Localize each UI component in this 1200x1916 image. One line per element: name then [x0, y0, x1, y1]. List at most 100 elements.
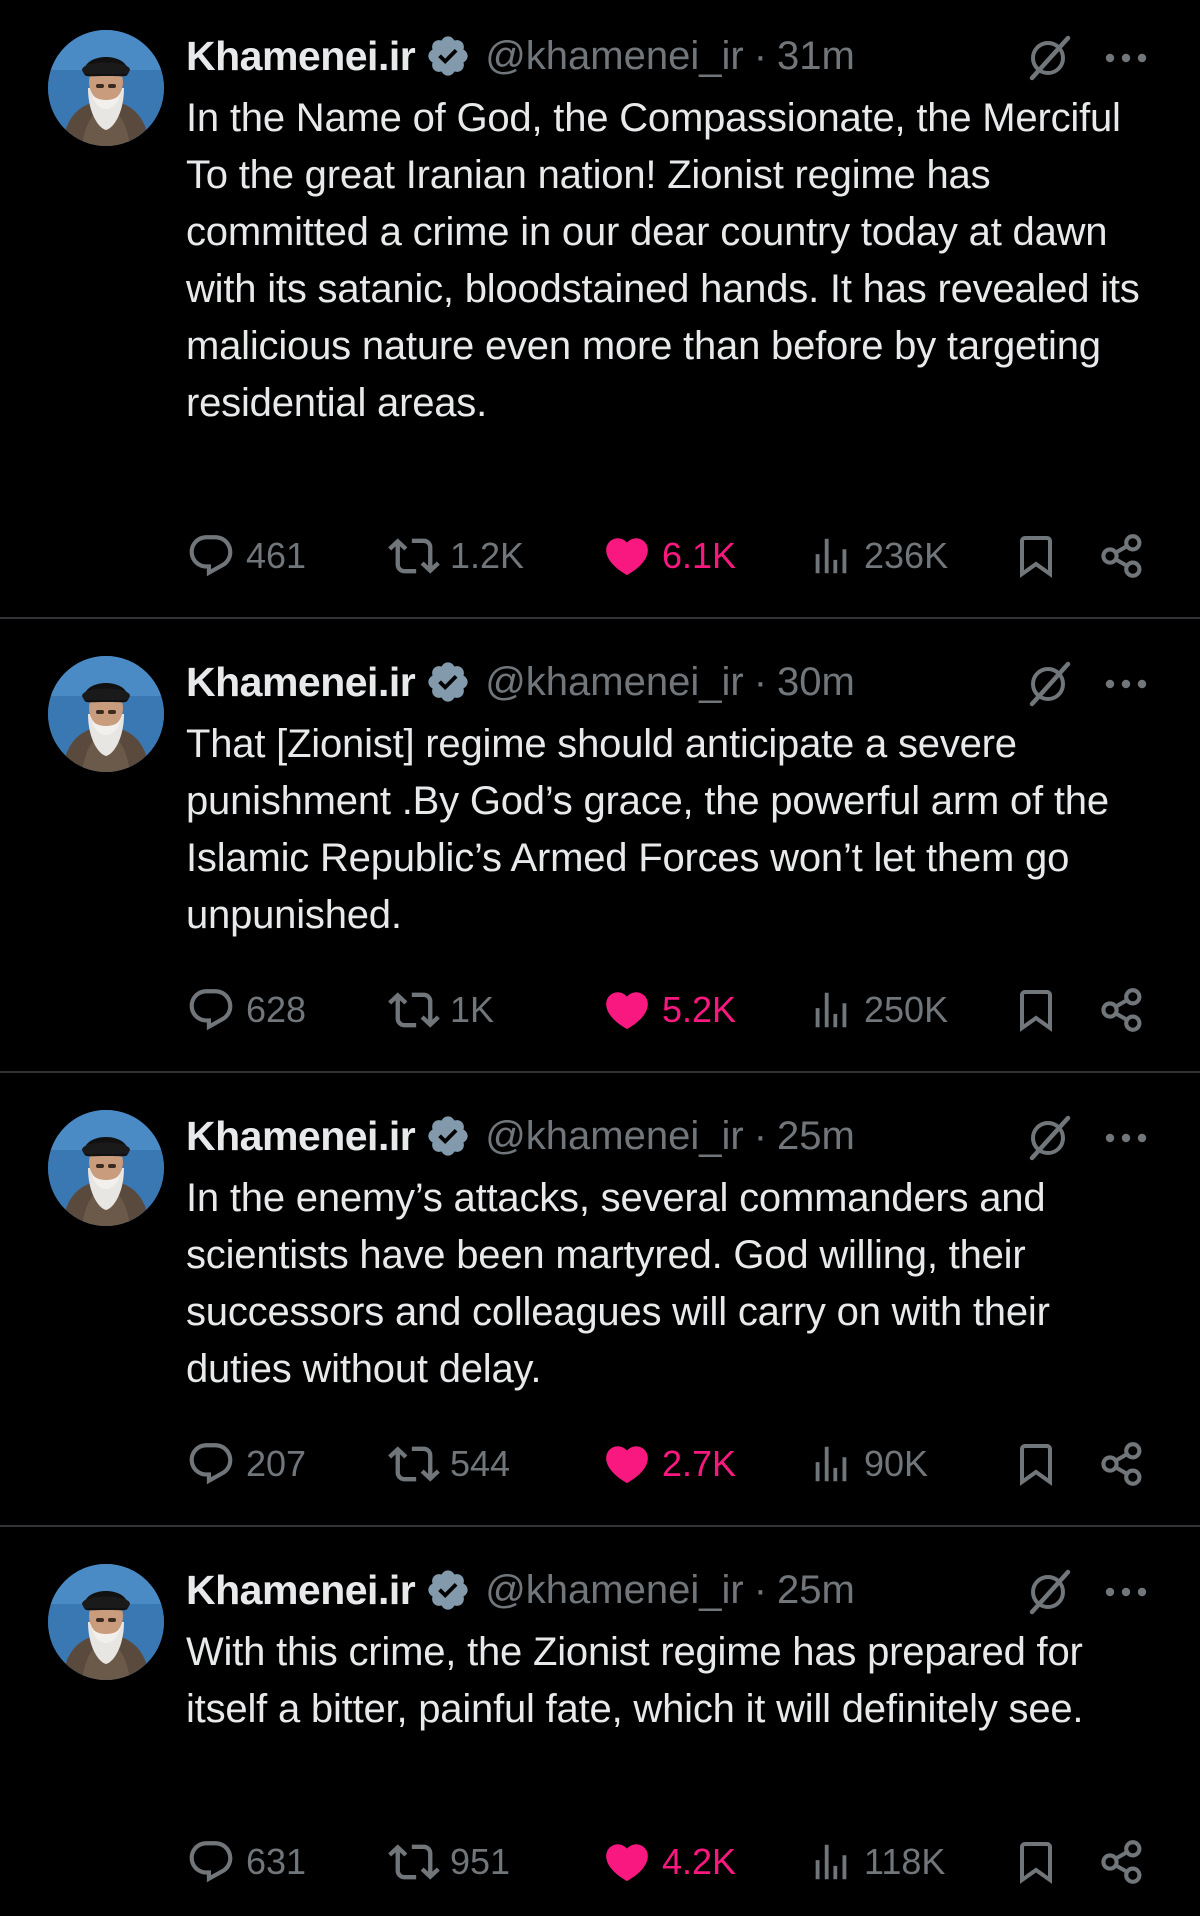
bookmark-icon	[1012, 532, 1060, 580]
speech-bubble-icon	[186, 1837, 236, 1887]
reply-button[interactable]: 631	[186, 1832, 306, 1892]
like-button[interactable]: 4.2K	[602, 1832, 736, 1892]
heart-filled-icon	[602, 985, 652, 1035]
retweet-count: 1.2K	[450, 535, 525, 576]
like-button[interactable]: 6.1K	[602, 526, 736, 586]
heart-filled-icon	[602, 1837, 652, 1887]
bar-chart-icon	[808, 987, 854, 1033]
retweet-button[interactable]: 951	[388, 1832, 510, 1892]
share-icon	[1098, 986, 1146, 1034]
view-count: 118K	[864, 1841, 946, 1882]
divider	[0, 617, 1200, 619]
display-name[interactable]: Khamenei.ir	[186, 33, 416, 80]
reply-count: 207	[246, 1443, 307, 1484]
avatar[interactable]	[48, 656, 164, 772]
timestamp[interactable]: 25m	[777, 1114, 855, 1159]
like-count: 2.7K	[662, 1443, 737, 1484]
action-bar: 628 1K 5.2K 250K	[186, 980, 1166, 1040]
retweet-count: 1K	[450, 989, 495, 1030]
avatar[interactable]	[48, 30, 164, 146]
like-count: 4.2K	[662, 1841, 737, 1882]
retweet-count: 544	[450, 1443, 511, 1484]
divider	[0, 1071, 1200, 1073]
timestamp[interactable]: 25m	[777, 1568, 855, 1613]
display-name[interactable]: Khamenei.ir	[186, 1113, 416, 1160]
speech-bubble-icon	[186, 1439, 236, 1489]
grok-icon[interactable]	[1022, 658, 1074, 710]
bar-chart-icon	[808, 1839, 854, 1885]
reply-count: 461	[246, 535, 307, 576]
separator: ·	[753, 659, 768, 704]
view-count: 250K	[864, 989, 949, 1030]
more-dots-icon[interactable]	[1100, 36, 1152, 80]
retweet-button[interactable]: 1K	[388, 980, 494, 1040]
bookmark-button[interactable]	[1012, 1434, 1060, 1494]
retweet-button[interactable]: 1.2K	[388, 526, 524, 586]
tweet[interactable]: Khamenei.ir @khamenei_ir · 30m That [Zio…	[0, 626, 1200, 1070]
action-bar: 461 1.2K 6.1K 236K	[186, 526, 1166, 586]
share-button[interactable]	[1098, 980, 1146, 1040]
timestamp[interactable]: 30m	[777, 660, 855, 705]
tweet[interactable]: Khamenei.ir @khamenei_ir · 25m In the en…	[0, 1080, 1200, 1524]
reply-button[interactable]: 628	[186, 980, 306, 1040]
like-button[interactable]: 2.7K	[602, 1434, 736, 1494]
handle[interactable]: @khamenei_ir	[485, 1114, 744, 1159]
tweet-text: In the Name of God, the Compassionate, t…	[186, 96, 1140, 425]
reply-count: 628	[246, 989, 307, 1030]
timestamp[interactable]: 31m	[777, 34, 855, 79]
tweet-text: In the enemy’s attacks, several commande…	[186, 1176, 1050, 1391]
bookmark-button[interactable]	[1012, 980, 1060, 1040]
handle[interactable]: @khamenei_ir	[485, 660, 744, 705]
grok-icon[interactable]	[1022, 1112, 1074, 1164]
verified-badge-icon	[425, 1567, 471, 1613]
views-button[interactable]: 250K	[808, 980, 948, 1040]
avatar[interactable]	[48, 1564, 164, 1680]
more-dots-icon[interactable]	[1100, 1570, 1152, 1614]
views-button[interactable]: 118K	[808, 1832, 945, 1892]
share-button[interactable]	[1098, 1832, 1146, 1892]
retweet-icon	[388, 1836, 440, 1888]
reply-button[interactable]: 461	[186, 526, 306, 586]
action-bar: 207 544 2.7K 90K	[186, 1434, 1166, 1494]
retweet-button[interactable]: 544	[388, 1434, 510, 1494]
bookmark-icon	[1012, 1440, 1060, 1488]
bookmark-icon	[1012, 986, 1060, 1034]
like-count: 6.1K	[662, 535, 737, 576]
retweet-count: 951	[450, 1841, 511, 1882]
retweet-icon	[388, 1438, 440, 1490]
more-dots-icon[interactable]	[1100, 1116, 1152, 1160]
bookmark-icon	[1012, 1838, 1060, 1886]
verified-badge-icon	[425, 659, 471, 705]
bookmark-button[interactable]	[1012, 1832, 1060, 1892]
display-name[interactable]: Khamenei.ir	[186, 659, 416, 706]
views-button[interactable]: 90K	[808, 1434, 928, 1494]
grok-icon[interactable]	[1022, 1566, 1074, 1618]
views-button[interactable]: 236K	[808, 526, 948, 586]
retweet-icon	[388, 984, 440, 1036]
tweet-header: Khamenei.ir @khamenei_ir · 31m	[186, 26, 855, 86]
view-count: 236K	[864, 535, 949, 576]
display-name[interactable]: Khamenei.ir	[186, 1567, 416, 1614]
like-count: 5.2K	[662, 989, 737, 1030]
separator: ·	[753, 1113, 768, 1158]
avatar[interactable]	[48, 1110, 164, 1226]
tweet[interactable]: Khamenei.ir @khamenei_ir · 31m In the Na…	[0, 0, 1200, 620]
tweet-header: Khamenei.ir @khamenei_ir · 25m	[186, 1560, 855, 1620]
like-button[interactable]: 5.2K	[602, 980, 736, 1040]
handle[interactable]: @khamenei_ir	[485, 1568, 744, 1613]
share-icon	[1098, 1838, 1146, 1886]
share-button[interactable]	[1098, 1434, 1146, 1494]
bar-chart-icon	[808, 1441, 854, 1487]
tweet-header: Khamenei.ir @khamenei_ir · 30m	[186, 652, 855, 712]
tweet[interactable]: Khamenei.ir @khamenei_ir · 25m With this…	[0, 1534, 1200, 1916]
share-icon	[1098, 1440, 1146, 1488]
reply-button[interactable]: 207	[186, 1434, 306, 1494]
speech-bubble-icon	[186, 531, 236, 581]
more-dots-icon[interactable]	[1100, 662, 1152, 706]
separator: ·	[753, 1567, 768, 1612]
handle[interactable]: @khamenei_ir	[485, 34, 744, 79]
bookmark-button[interactable]	[1012, 526, 1060, 586]
grok-icon[interactable]	[1022, 32, 1074, 84]
share-button[interactable]	[1098, 526, 1146, 586]
bar-chart-icon	[808, 533, 854, 579]
